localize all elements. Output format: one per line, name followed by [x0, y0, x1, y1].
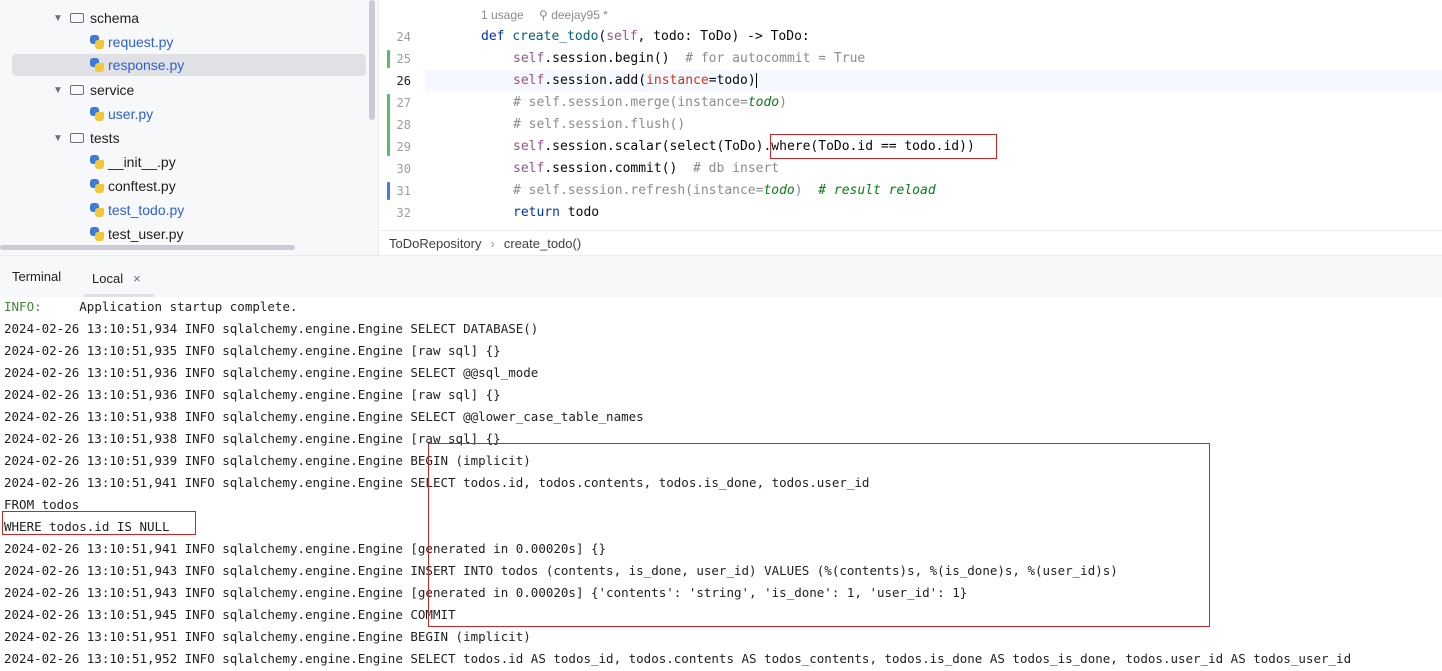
vertical-scrollbar[interactable]: [369, 0, 375, 120]
close-icon[interactable]: ×: [133, 271, 141, 286]
tree-file-user[interactable]: user.py: [90, 103, 153, 125]
tree-label: user.py: [108, 106, 154, 122]
code-line-27[interactable]: # self.session.merge(instance=todo): [513, 92, 787, 114]
line-number: 29: [396, 140, 411, 154]
python-file-icon: [90, 107, 104, 121]
terminal-line: 2024-02-26 13:10:51,934 INFO sqlalchemy.…: [4, 321, 539, 336]
tab-local[interactable]: Local ×: [84, 264, 149, 292]
tree-label: conftest.py: [108, 178, 176, 194]
tree-folder-tests[interactable]: ▼ tests: [52, 127, 120, 149]
tree-label: tests: [90, 130, 120, 146]
tree-label: service: [90, 82, 135, 98]
terminal-line: 2024-02-26 13:10:51,936 INFO sqlalchemy.…: [4, 387, 501, 402]
terminal-line: 2024-02-26 13:10:51,945 INFO sqlalchemy.…: [4, 607, 456, 622]
line-number: 27: [396, 96, 411, 110]
terminal-line: 2024-02-26 13:10:51,935 INFO sqlalchemy.…: [4, 343, 501, 358]
tree-file-test-user[interactable]: test_user.py: [90, 223, 184, 245]
tree-file-response[interactable]: response.py: [12, 54, 366, 76]
text-cursor: [755, 73, 757, 88]
tree-file-request[interactable]: request.py: [90, 31, 173, 53]
usage-hint[interactable]: 1 usage: [481, 8, 524, 22]
terminal-line: 2024-02-26 13:10:51,936 INFO sqlalchemy.…: [4, 365, 539, 380]
breadcrumb-method[interactable]: create_todo(): [504, 236, 581, 251]
tree-label: request.py: [108, 34, 174, 50]
code-line-24[interactable]: def create_todo(self, todo: ToDo) -> ToD…: [481, 26, 810, 48]
terminal-title[interactable]: Terminal: [12, 256, 61, 296]
line-number: 25: [396, 52, 411, 66]
python-file-icon: [90, 35, 104, 49]
author-icon: ⚲: [539, 8, 548, 22]
breadcrumb: ToDoRepository › create_todo(): [379, 230, 1442, 255]
tab-local-label: Local: [92, 270, 124, 286]
code-line-30[interactable]: self.session.commit() # db insert: [513, 158, 779, 180]
terminal-line: 2024-02-26 13:10:51,951 INFO sqlalchemy.…: [4, 629, 531, 644]
tree-label: schema: [90, 10, 140, 26]
line-number: 31: [396, 184, 411, 198]
chevron-down-icon[interactable]: ▼: [52, 85, 64, 96]
tree-label: __init__.py: [108, 154, 176, 170]
tree-file-init[interactable]: __init__.py: [90, 151, 176, 173]
terminal-line: 2024-02-26 13:10:51,938 INFO sqlalchemy.…: [4, 409, 644, 424]
python-file-icon: [90, 227, 104, 241]
python-file-icon: [90, 179, 104, 193]
terminal-header: Terminal Local ×: [0, 255, 1442, 298]
tree-file-conftest[interactable]: conftest.py: [90, 175, 176, 197]
tree-label: response.py: [108, 57, 185, 73]
annotation-box-where-null: [2, 511, 196, 535]
code-editor[interactable]: 1 usage ⚲ deejay95 * 24 25 26 27 28 29 3…: [378, 0, 1442, 255]
python-file-icon: [90, 203, 104, 217]
breadcrumb-class[interactable]: ToDoRepository: [389, 236, 482, 251]
line-number: 30: [396, 162, 411, 176]
code-line-31[interactable]: # self.session.refresh(instance=todo) # …: [513, 180, 936, 202]
tree-file-test-todo[interactable]: test_todo.py: [90, 199, 184, 221]
code-line-26[interactable]: self.session.add(instance=todo): [513, 70, 757, 92]
code-line-28[interactable]: # self.session.flush(): [513, 114, 685, 136]
python-file-icon: [90, 58, 104, 72]
author-hint[interactable]: deejay95 *: [551, 8, 608, 22]
tree-label: test_user.py: [108, 226, 184, 242]
tree-folder-schema[interactable]: ▼ schema: [52, 7, 139, 29]
code-line-25[interactable]: self.session.begin() # for autocommit = …: [513, 48, 865, 70]
annotation-box-sql-statements: [428, 443, 1210, 627]
inlay-hint[interactable]: 1 usage ⚲ deejay95 *: [481, 8, 608, 22]
terminal-line: 2024-02-26 13:10:51,952 INFO sqlalchemy.…: [4, 651, 1352, 666]
folder-icon: [70, 13, 84, 23]
terminal-line: 2024-02-26 13:10:51,938 INFO sqlalchemy.…: [4, 431, 501, 446]
terminal-output[interactable]: INFO: Application startup complete. 2024…: [0, 297, 1442, 671]
terminal-line: INFO: Application startup complete.: [4, 299, 298, 314]
tree-label: test_todo.py: [108, 202, 185, 218]
chevron-down-icon[interactable]: ▼: [52, 133, 64, 144]
project-tree-panel: ▼ schema request.py response.py ▼ servic…: [0, 0, 378, 255]
chevron-down-icon[interactable]: ▼: [52, 13, 64, 24]
horizontal-scrollbar[interactable]: [0, 245, 295, 250]
python-file-icon: [90, 155, 104, 169]
code-line-32[interactable]: return todo: [513, 202, 599, 224]
line-number: 26: [396, 74, 411, 88]
line-number: 32: [396, 206, 411, 220]
tree-folder-service[interactable]: ▼ service: [52, 79, 134, 101]
chevron-right-icon: ›: [490, 235, 495, 251]
folder-icon: [70, 85, 84, 95]
annotation-box-where-clause: [770, 134, 997, 159]
line-number: 28: [396, 118, 411, 132]
test-folder-icon: [70, 133, 84, 143]
line-number: 24: [396, 30, 411, 44]
